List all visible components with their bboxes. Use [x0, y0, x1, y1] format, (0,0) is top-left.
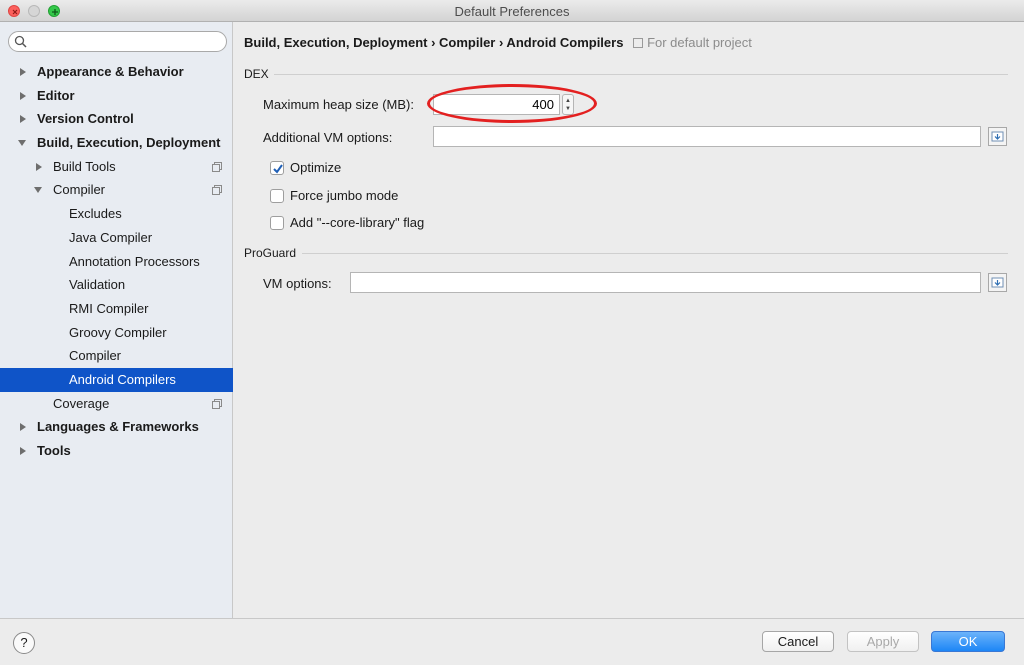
- proguard-vm-options-label: VM options:: [263, 276, 332, 291]
- sidebar-item-annotation-processors[interactable]: Annotation Processors: [0, 250, 233, 274]
- search-input[interactable]: [31, 34, 221, 49]
- ok-button[interactable]: OK: [931, 631, 1005, 652]
- sidebar-item-label: Excludes: [69, 206, 122, 222]
- expand-proguard-options-button[interactable]: [988, 273, 1007, 292]
- sidebar-item-coverage[interactable]: Coverage: [0, 392, 233, 416]
- section-title-dex: DEX: [244, 67, 269, 81]
- title-bar: Default Preferences: [0, 0, 1024, 22]
- project-scope-icon: [633, 38, 644, 48]
- section-divider: [302, 253, 1008, 254]
- chevron-down-icon[interactable]: [18, 139, 26, 147]
- sidebar-item-label: Android Compilers: [69, 371, 176, 387]
- settings-tree: Appearance & Behavior Editor Version Con…: [0, 60, 233, 463]
- project-scope-icon: [212, 398, 222, 409]
- sidebar-item-java-compiler[interactable]: Java Compiler: [0, 226, 233, 250]
- sidebar-item-label: RMI Compiler: [69, 300, 149, 316]
- settings-search[interactable]: [8, 31, 227, 52]
- chevron-right-icon[interactable]: [19, 68, 27, 76]
- max-heap-label: Maximum heap size (MB):: [263, 97, 414, 112]
- sidebar-item-label: Java Compiler: [69, 229, 153, 245]
- expand-editor-icon: [991, 277, 1004, 288]
- checkmark-icon: [273, 164, 283, 174]
- chevron-down-icon[interactable]: [34, 186, 42, 194]
- optimize-label: Optimize: [290, 160, 342, 175]
- sidebar-item-android-compilers[interactable]: Android Compilers: [0, 367, 233, 392]
- additional-vm-options-label: Additional VM options:: [263, 130, 393, 145]
- window-title: Default Preferences: [454, 4, 570, 19]
- core-library-label: Add "--core-library" flag: [290, 215, 425, 230]
- sidebar-item-editor[interactable]: Editor: [0, 84, 233, 108]
- breadcrumb: Build, Execution, Deployment › Compiler …: [244, 35, 752, 50]
- force-jumbo-label: Force jumbo mode: [290, 188, 399, 203]
- core-library-checkbox[interactable]: [270, 216, 284, 230]
- sidebar-item-validation[interactable]: Validation: [0, 273, 233, 297]
- sidebar-item-label: Languages & Frameworks: [37, 419, 199, 435]
- sidebar-item-label: Compiler: [53, 182, 106, 198]
- max-heap-input[interactable]: [433, 94, 560, 115]
- expand-vm-options-button[interactable]: [988, 127, 1007, 146]
- search-icon: [14, 35, 27, 48]
- chevron-right-icon[interactable]: [19, 447, 27, 455]
- settings-content-panel: Build, Execution, Deployment › Compiler …: [234, 22, 1024, 618]
- sidebar-item-tools[interactable]: Tools: [0, 439, 233, 463]
- sidebar-item-label: Compiler: [69, 348, 122, 364]
- optimize-checkbox[interactable]: [270, 161, 284, 175]
- max-heap-stepper[interactable]: ▲ ▼: [562, 94, 574, 115]
- proguard-vm-options-input[interactable]: [350, 272, 981, 293]
- sidebar-item-excludes[interactable]: Excludes: [0, 202, 233, 226]
- force-jumbo-checkbox[interactable]: [270, 189, 284, 203]
- settings-sidebar: Appearance & Behavior Editor Version Con…: [0, 22, 233, 618]
- sidebar-item-languages-frameworks[interactable]: Languages & Frameworks: [0, 415, 233, 439]
- cancel-button[interactable]: Cancel: [762, 631, 834, 652]
- section-divider: [274, 74, 1008, 75]
- chevron-right-icon[interactable]: [19, 423, 27, 432]
- stepper-down-icon[interactable]: ▼: [565, 106, 571, 112]
- sidebar-item-build-tools[interactable]: Build Tools: [0, 155, 233, 179]
- sidebar-item-label: Version Control: [37, 111, 134, 127]
- chevron-right-icon[interactable]: [19, 115, 27, 124]
- sidebar-item-rmi-compiler[interactable]: RMI Compiler: [0, 297, 233, 321]
- breadcrumb-path: Build, Execution, Deployment › Compiler …: [244, 35, 624, 50]
- project-scope-icon: [212, 185, 222, 196]
- sidebar-item-compiler-general[interactable]: Compiler: [0, 344, 233, 368]
- help-button[interactable]: ?: [13, 632, 35, 654]
- sidebar-item-appearance-behavior[interactable]: Appearance & Behavior: [0, 60, 233, 84]
- sidebar-item-groovy-compiler[interactable]: Groovy Compiler: [0, 321, 233, 345]
- sidebar-item-label: Build, Execution, Deployment: [37, 135, 221, 151]
- chevron-right-icon[interactable]: [35, 162, 43, 171]
- sidebar-item-label: Tools: [37, 443, 71, 458]
- section-title-proguard: ProGuard: [244, 246, 297, 260]
- project-scope-icon: [212, 161, 222, 172]
- sidebar-item-label: Annotation Processors: [69, 253, 200, 269]
- chevron-right-icon[interactable]: [19, 91, 27, 100]
- additional-vm-options-input[interactable]: [433, 126, 981, 147]
- stepper-up-icon[interactable]: ▲: [565, 98, 571, 104]
- scope-label: For default project: [647, 35, 752, 50]
- sidebar-item-compiler[interactable]: Compiler: [0, 178, 233, 202]
- sidebar-item-label: Validation: [69, 277, 126, 293]
- sidebar-item-version-control[interactable]: Version Control: [0, 107, 233, 131]
- sidebar-item-label: Coverage: [53, 395, 110, 411]
- sidebar-item-label: Build Tools: [53, 158, 116, 174]
- sidebar-item-build-execution-deployment[interactable]: Build, Execution, Deployment: [0, 131, 233, 155]
- sidebar-item-label: Editor: [37, 87, 75, 103]
- sidebar-item-label: Appearance & Behavior: [37, 64, 184, 79]
- sidebar-item-label: Groovy Compiler: [69, 324, 167, 340]
- expand-editor-icon: [991, 131, 1004, 142]
- apply-button[interactable]: Apply: [847, 631, 919, 652]
- scope-note: For default project: [633, 35, 752, 50]
- dialog-footer: ? Cancel Apply OK: [0, 618, 1024, 665]
